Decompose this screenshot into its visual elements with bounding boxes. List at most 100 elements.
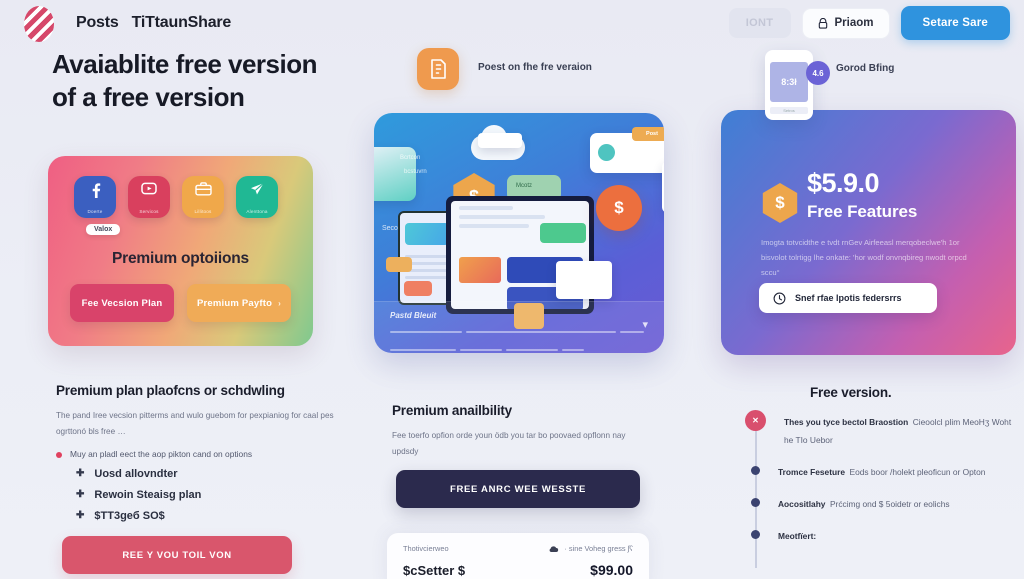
section-free-version: Free version. [810,385,1020,410]
list-item-label: Rewoin Steaisg plan [94,488,202,501]
tablet-line [405,255,449,258]
premium-options-title: Premium optoiions [112,250,249,267]
plus-icon: ✚ [76,468,85,480]
phone-mockup: 8:3ł Setros [765,50,813,120]
plus-icon: ✚ [76,510,85,522]
tile-send[interactable]: Alenttona [236,176,278,218]
plan-pills: Fee Vecsion Plan Premium Payfto › [48,268,313,322]
list-item: ✕ Thes you tyce bectol Braostion Cieoolc… [745,410,1015,448]
price-summary-card[interactable]: Thotivcierweo · sine Voheg gress ʃʕ $сSe… [387,533,649,579]
play-icon [141,182,157,195]
plus-icon: ✚ [76,489,85,501]
list-item: ✚ Rewoin Steaisg plan [76,489,346,501]
rating-badge: 4.6 [806,61,830,85]
list-item-sub: Prćcimg ond $ 5oidetr or eolichs [829,499,950,509]
tile-label: Doerte [87,209,103,214]
privacy-label: Priaom [834,17,874,29]
start-free-trial-label: Snef rfae lpotis federsrrs [795,293,902,303]
start-free-trial-button[interactable]: Snef rfae lpotis federsrrs [759,283,937,313]
label-bcrtcon: Bcrtcon [400,155,421,161]
social-tiles: Doerte Servicos Lillitoos Alenttona [48,156,313,218]
chevron-right-icon: › [278,298,281,308]
free-version-timeline: ✕ Thes you tyce bectol Braostion Cieoolc… [745,410,1015,568]
section-center-heading: Premium anailbility [392,403,512,418]
tile-label: Servicos [139,209,159,214]
circle-dollar-badge: $ [596,185,642,231]
list-item: ✚ Uosd allovndter [76,468,346,480]
phone-bottom-label: Setros [770,107,808,114]
striped-oval-logo [24,6,54,42]
timeline-dot-icon [751,530,760,539]
hero-line-1: Avaiablite free version [52,49,318,79]
post-tag: Post [632,127,664,141]
app-root: Posts TiTtaunShare IONT Priaom Setare Sa… [0,0,1024,579]
green-chip [540,223,586,243]
center-cta-button[interactable]: FREE ANRC WEE WESSTE [396,470,640,508]
valox-chip: Valox [86,224,121,235]
section-left-body: The pand Iree vecsion pitterms and wulo … [56,411,334,436]
floating-tag-red [404,281,432,296]
tile-play[interactable]: Servicos [128,176,170,218]
list-item: ✚ $TT3ɡeб SO$ [76,510,346,522]
price-value: $5.9.0 [807,168,880,198]
free-features-title: Free Features [807,202,918,221]
briefcase-icon [194,182,212,196]
premium-payfto-button[interactable]: Premium Payfto › [187,284,291,322]
card-footer-bar: Pastd Bleuit ▾ [374,301,664,353]
free-version-plan-button[interactable]: Fee Vecsion Plan [70,284,174,322]
chevron-down-icon[interactable]: ▾ [642,318,648,331]
list-item-title: Tromce Feseture [778,467,846,477]
label-mcotz: Mcotz [516,183,533,189]
tile-facebook[interactable]: Doerte [74,176,116,218]
timeline-dot-icon [751,498,760,507]
label-bcstuvrn: bcstuvrn [404,169,427,175]
footer-title: Pastd Bleuit [390,311,437,320]
brand-secondary: TiTtaunShare [131,14,232,31]
floating-profile-card: Post [590,127,664,173]
center-top-label: Poest on fhe fre veraion [478,62,592,73]
tablet-banner [405,223,449,245]
hero-heading: Avaiablite free version of a free versio… [52,48,382,113]
tile-label: Lillitoos [194,209,212,214]
price-card-name: $сSetter $ [403,563,466,578]
sub-item-list: ✚ Uosd allovndter ✚ Rewoin Steaisg plan … [76,468,346,522]
tablet-line [405,276,449,279]
document-app-icon[interactable] [417,48,459,90]
timeline-dot-icon [751,466,760,475]
phone-screen-time: 8:3ł [770,62,808,102]
brand: Posts TiTtaunShare [76,14,231,32]
bullet-label: Muy an pladl eect the aop pikton cand on… [70,448,253,459]
tile-label: Alenttona [246,209,268,214]
list-item-sub: Eods boor /holekt pleoficun or Opton [849,467,986,477]
list-item-label: Uosd allovndter [94,467,178,480]
brand-primary: Posts [76,14,119,31]
bullet-item: Muy an pladl eect the aop pikton cand on… [56,449,346,459]
left-cta-button[interactable]: REE Y VOU TOIL VON [62,536,292,574]
premium-options-card: Doerte Servicos Lillitoos Alenttona Valo… [48,156,313,346]
free-features-body: Imogta totvcidthe e tvdt rnGev Airfeeasl… [761,238,967,277]
list-item-title: Meotfïert: [778,531,817,541]
floating-tag-orange [386,257,412,272]
section-premium-availability: Premium anailbility Fee toerfo opfion or… [392,403,642,460]
avatar [598,144,615,161]
clock-icon [773,292,786,305]
price-card-value: $99.00 [590,562,633,578]
section-premium-plan: Premium plan plaofcns or schdwling The p… [56,383,346,522]
floating-tag-post [478,133,522,148]
list-item-title: Thes you tyce bectol Braostion [784,417,909,427]
lock-icon [818,17,828,29]
section-right-heading: Free version. [810,385,892,400]
premium-payfto-label: Premium Payfto [196,297,273,309]
floating-white-card [556,261,612,299]
floating-doc-card [662,161,664,213]
facebook-icon [92,183,100,198]
list-item-label: $TT3ɡeб SO$ [94,509,165,522]
nav-ghost-button[interactable]: IONT [728,8,791,38]
tile-briefcase[interactable]: Lillitoos [182,176,224,218]
list-item: Tromce Feseture Eods boor /holekt pleofi… [745,462,1015,480]
free-features-card: $ $5.9.0 Free Features Imogta totvcidthe… [721,110,1016,355]
price-card-meta: · sine Voheg gress ʃʕ [564,544,633,553]
primary-cta-button[interactable]: Setare Sare [900,6,1010,40]
bullet-dot-icon [56,451,62,458]
privacy-button[interactable]: Priaom [801,7,890,39]
